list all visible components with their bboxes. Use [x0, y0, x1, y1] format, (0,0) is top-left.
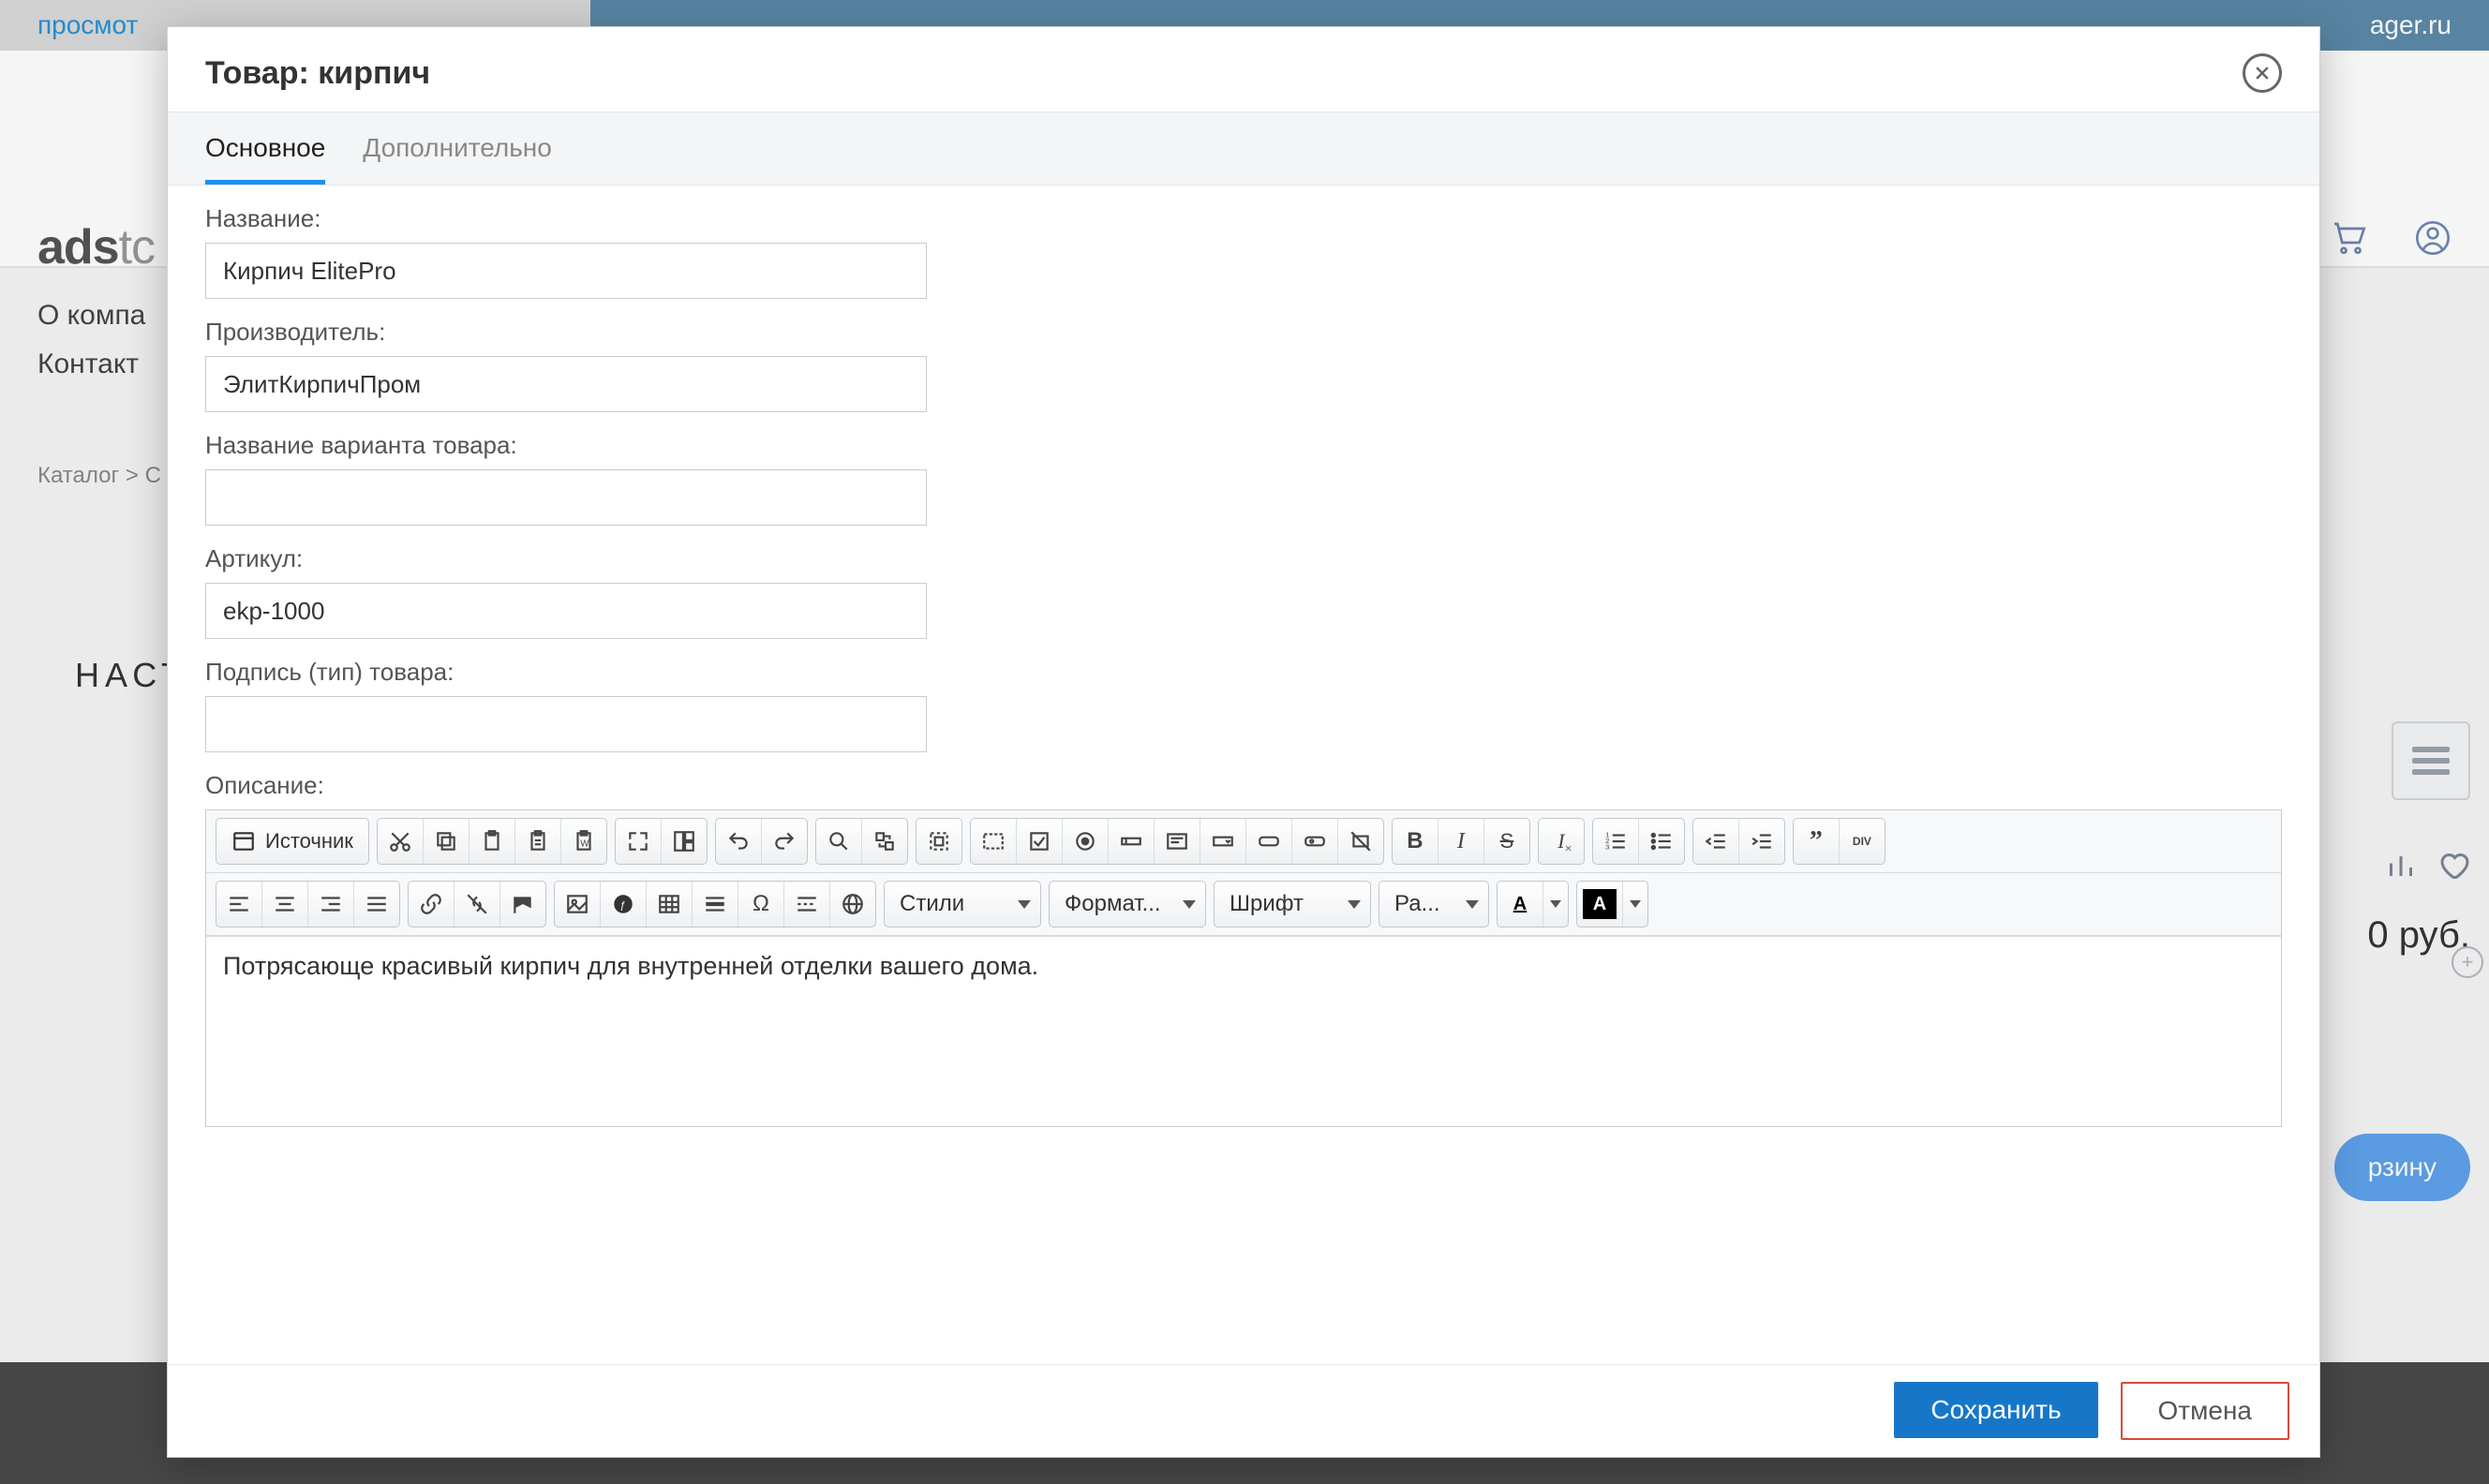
remove-format-icon[interactable]: I× [1539, 819, 1584, 864]
page-break-icon[interactable] [784, 882, 830, 927]
replace-icon[interactable] [862, 819, 907, 864]
find-icon[interactable] [816, 819, 862, 864]
input-sku[interactable] [205, 583, 927, 639]
rich-editor: Источник W [205, 809, 2282, 1127]
table-icon[interactable] [647, 882, 693, 927]
cancel-button[interactable]: Отмена [2121, 1382, 2289, 1440]
product-edit-modal: Товар: кирпич Основное Дополнительно Наз… [167, 26, 2320, 1458]
editor-source-button[interactable]: Источник [216, 819, 368, 864]
button-field-icon[interactable] [1246, 819, 1292, 864]
link-icon[interactable] [409, 882, 455, 927]
flash-icon[interactable]: ƒ [601, 882, 647, 927]
label-description: Описание: [205, 771, 2282, 800]
iframe-icon[interactable] [830, 882, 875, 927]
input-name[interactable] [205, 243, 927, 299]
hr-icon[interactable] [693, 882, 738, 927]
label-manufacturer: Производитель: [205, 318, 2282, 347]
svg-text:ƒ: ƒ [620, 899, 626, 911]
close-icon[interactable] [2243, 53, 2282, 93]
styles-select-label: Стили [900, 891, 964, 917]
editor-content[interactable]: Потрясающе красивый кирпич для внутренне… [206, 936, 2281, 1126]
tab-additional[interactable]: Дополнительно [363, 112, 552, 185]
paste-icon[interactable] [469, 819, 515, 864]
textarea-icon[interactable] [1155, 819, 1200, 864]
svg-text:W: W [580, 838, 589, 849]
input-signature[interactable] [205, 696, 927, 752]
input-manufacturer[interactable] [205, 356, 927, 412]
hidden-field-icon[interactable] [1338, 819, 1383, 864]
outdent-icon[interactable] [1693, 819, 1739, 864]
modal-title: Товар: кирпич [205, 55, 430, 92]
indent-icon[interactable] [1739, 819, 1784, 864]
label-sku: Артикул: [205, 544, 2282, 573]
copy-icon[interactable] [424, 819, 469, 864]
image-button-icon[interactable] [1292, 819, 1338, 864]
editor-toolbar-row-1: Источник W [206, 810, 2281, 873]
show-blocks-icon[interactable] [662, 819, 707, 864]
maximize-icon[interactable] [616, 819, 662, 864]
tab-main[interactable]: Основное [205, 112, 325, 185]
numbered-list-icon[interactable]: 123 [1593, 819, 1639, 864]
label-name: Название: [205, 204, 2282, 233]
checkbox-icon[interactable] [1017, 819, 1063, 864]
form-icon[interactable] [971, 819, 1017, 864]
modal-footer: Сохранить Отмена [168, 1364, 2319, 1457]
modal-tabs: Основное Дополнительно [168, 112, 2319, 186]
undo-icon[interactable] [716, 819, 762, 864]
unlink-icon[interactable] [455, 882, 500, 927]
blockquote-icon[interactable]: ” [1794, 819, 1840, 864]
select-field-icon[interactable] [1200, 819, 1246, 864]
editor-source-label: Источник [265, 829, 353, 853]
textfield-icon[interactable] [1109, 819, 1155, 864]
text-color-dropdown-icon[interactable] [1543, 882, 1568, 927]
font-select-label: Шрифт [1230, 891, 1304, 917]
bulleted-list-icon[interactable] [1639, 819, 1684, 864]
italic-icon[interactable]: I [1438, 819, 1484, 864]
input-variant[interactable] [205, 469, 927, 526]
bg-color-dropdown-icon[interactable] [1623, 882, 1647, 927]
label-signature: Подпись (тип) товара: [205, 658, 2282, 687]
align-center-icon[interactable] [262, 882, 308, 927]
paste-word-icon[interactable]: W [561, 819, 606, 864]
paste-text-icon[interactable] [515, 819, 561, 864]
special-char-icon[interactable]: Ω [738, 882, 784, 927]
align-right-icon[interactable] [308, 882, 354, 927]
align-justify-icon[interactable] [354, 882, 399, 927]
redo-icon[interactable] [762, 819, 807, 864]
radio-icon[interactable] [1063, 819, 1109, 864]
bg-color-icon[interactable]: A [1577, 882, 1623, 927]
image-icon[interactable] [555, 882, 601, 927]
strike-icon[interactable]: S [1484, 819, 1529, 864]
select-all-icon[interactable] [917, 819, 961, 864]
save-button[interactable]: Сохранить [1894, 1382, 2097, 1438]
modal-header: Товар: кирпич [168, 27, 2319, 112]
editor-toolbar-row-2: ƒ Ω Стили Формат... Шрифт [206, 873, 2281, 936]
label-variant: Название варианта товара: [205, 431, 2282, 460]
format-select-label: Формат... [1065, 891, 1161, 917]
text-color-icon[interactable]: A [1498, 882, 1543, 927]
bold-icon[interactable]: B [1393, 819, 1438, 864]
align-left-icon[interactable] [216, 882, 262, 927]
cut-icon[interactable] [378, 819, 424, 864]
format-select[interactable]: Формат... [1049, 881, 1206, 928]
div-icon[interactable]: DIV [1840, 819, 1885, 864]
svg-text:3: 3 [1605, 843, 1609, 852]
modal-body: Название: Производитель: Название вариан… [168, 186, 2319, 1364]
anchor-icon[interactable] [500, 882, 545, 927]
font-select[interactable]: Шрифт [1214, 881, 1371, 928]
size-select[interactable]: Ра... [1379, 881, 1489, 928]
styles-select[interactable]: Стили [884, 881, 1041, 928]
size-select-label: Ра... [1394, 891, 1440, 917]
